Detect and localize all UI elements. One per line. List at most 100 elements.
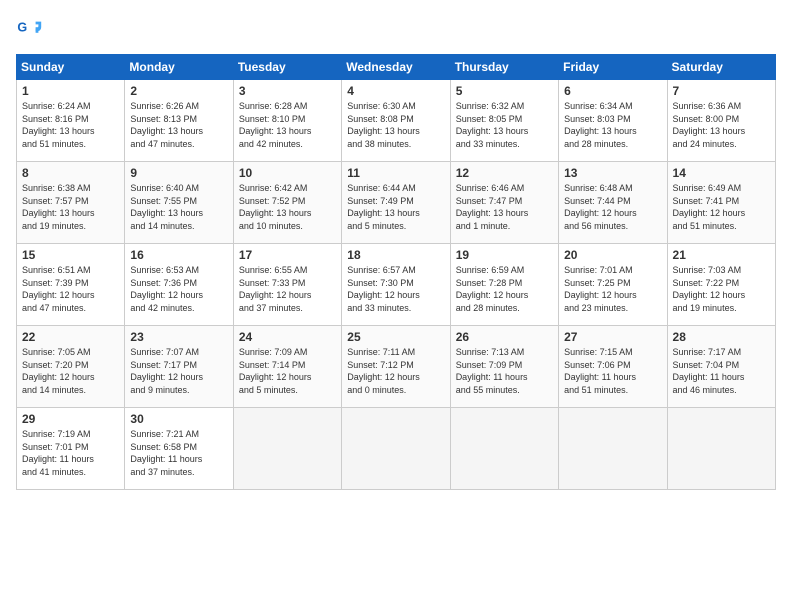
day-info: Sunrise: 7:13 AM Sunset: 7:09 PM Dayligh…: [456, 346, 553, 396]
calendar-cell: 1 Sunrise: 6:24 AM Sunset: 8:16 PM Daylig…: [17, 80, 125, 162]
calendar-cell: 24 Sunrise: 7:09 AM Sunset: 7:14 PM Dayli…: [233, 326, 341, 408]
col-header-thursday: Thursday: [450, 55, 558, 80]
day-number: 14: [673, 166, 770, 180]
day-info: Sunrise: 6:49 AM Sunset: 7:41 PM Dayligh…: [673, 182, 770, 232]
day-info: Sunrise: 7:21 AM Sunset: 6:58 PM Dayligh…: [130, 428, 227, 478]
day-info: Sunrise: 6:57 AM Sunset: 7:30 PM Dayligh…: [347, 264, 444, 314]
week-row-1: 1 Sunrise: 6:24 AM Sunset: 8:16 PM Daylig…: [17, 80, 776, 162]
day-number: 23: [130, 330, 227, 344]
header: G: [16, 16, 776, 44]
calendar-cell: 7 Sunrise: 6:36 AM Sunset: 8:00 PM Daylig…: [667, 80, 775, 162]
week-row-4: 22Sunrise: 7:05 AM Sunset: 7:20 PM Dayli…: [17, 326, 776, 408]
day-number: 10: [239, 166, 336, 180]
day-number: 13: [564, 166, 661, 180]
week-row-2: 8 Sunrise: 6:38 AM Sunset: 7:57 PM Daylig…: [17, 162, 776, 244]
day-info: Sunrise: 6:42 AM Sunset: 7:52 PM Dayligh…: [239, 182, 336, 232]
calendar-cell: 2Sunrise: 6:26 AM Sunset: 8:13 PM Daylig…: [125, 80, 233, 162]
svg-text:G: G: [17, 20, 27, 34]
logo-icon: G: [16, 16, 44, 44]
week-row-3: 15 Sunrise: 6:51 AM Sunset: 7:39 PM Dayli…: [17, 244, 776, 326]
calendar-cell: 12Sunrise: 6:46 AM Sunset: 7:47 PM Dayli…: [450, 162, 558, 244]
day-info: Sunrise: 6:44 AM Sunset: 7:49 PM Dayligh…: [347, 182, 444, 232]
day-number: 28: [673, 330, 770, 344]
calendar-cell: 16 Sunrise: 6:53 AM Sunset: 7:36 PM Dayli…: [125, 244, 233, 326]
day-info: Sunrise: 6:30 AM Sunset: 8:08 PM Dayligh…: [347, 100, 444, 150]
calendar-cell: [667, 408, 775, 490]
calendar-cell: 10 Sunrise: 6:42 AM Sunset: 7:52 PM Dayli…: [233, 162, 341, 244]
calendar-cell: [342, 408, 450, 490]
day-number: 11: [347, 166, 444, 180]
day-info: Sunrise: 6:32 AM Sunset: 8:05 PM Dayligh…: [456, 100, 553, 150]
day-number: 15: [22, 248, 119, 262]
day-number: 27: [564, 330, 661, 344]
calendar-cell: 25 Sunrise: 7:11 AM Sunset: 7:12 PM Dayli…: [342, 326, 450, 408]
day-info: Sunrise: 6:59 AM Sunset: 7:28 PM Dayligh…: [456, 264, 553, 314]
day-info: Sunrise: 6:53 AM Sunset: 7:36 PM Dayligh…: [130, 264, 227, 314]
day-info: Sunrise: 7:15 AM Sunset: 7:06 PM Dayligh…: [564, 346, 661, 396]
day-info: Sunrise: 6:46 AM Sunset: 7:47 PM Dayligh…: [456, 182, 553, 232]
calendar-cell: 14 Sunrise: 6:49 AM Sunset: 7:41 PM Dayli…: [667, 162, 775, 244]
calendar-cell: 8 Sunrise: 6:38 AM Sunset: 7:57 PM Daylig…: [17, 162, 125, 244]
day-info: Sunrise: 6:28 AM Sunset: 8:10 PM Dayligh…: [239, 100, 336, 150]
day-info: Sunrise: 7:19 AM Sunset: 7:01 PM Dayligh…: [22, 428, 119, 478]
col-header-friday: Friday: [559, 55, 667, 80]
calendar-cell: 23 Sunrise: 7:07 AM Sunset: 7:17 PM Dayli…: [125, 326, 233, 408]
day-info: Sunrise: 6:48 AM Sunset: 7:44 PM Dayligh…: [564, 182, 661, 232]
calendar-cell: [450, 408, 558, 490]
day-number: 1: [22, 84, 119, 98]
day-number: 25: [347, 330, 444, 344]
day-number: 30: [130, 412, 227, 426]
day-number: 29: [22, 412, 119, 426]
col-header-monday: Monday: [125, 55, 233, 80]
day-number: 16: [130, 248, 227, 262]
calendar-cell: 15 Sunrise: 6:51 AM Sunset: 7:39 PM Dayli…: [17, 244, 125, 326]
calendar-cell: 29 Sunrise: 7:19 AM Sunset: 7:01 PM Dayli…: [17, 408, 125, 490]
calendar-cell: 18Sunrise: 6:57 AM Sunset: 7:30 PM Dayli…: [342, 244, 450, 326]
calendar-cell: [233, 408, 341, 490]
day-number: 22: [22, 330, 119, 344]
day-number: 26: [456, 330, 553, 344]
calendar-cell: 4 Sunrise: 6:30 AM Sunset: 8:08 PM Daylig…: [342, 80, 450, 162]
calendar-cell: 22Sunrise: 7:05 AM Sunset: 7:20 PM Dayli…: [17, 326, 125, 408]
day-info: Sunrise: 7:11 AM Sunset: 7:12 PM Dayligh…: [347, 346, 444, 396]
calendar-cell: 20Sunrise: 7:01 AM Sunset: 7:25 PM Dayli…: [559, 244, 667, 326]
day-number: 2: [130, 84, 227, 98]
calendar-cell: 3 Sunrise: 6:28 AM Sunset: 8:10 PM Daylig…: [233, 80, 341, 162]
day-info: Sunrise: 6:38 AM Sunset: 7:57 PM Dayligh…: [22, 182, 119, 232]
calendar-cell: 11 Sunrise: 6:44 AM Sunset: 7:49 PM Dayli…: [342, 162, 450, 244]
col-header-wednesday: Wednesday: [342, 55, 450, 80]
calendar-cell: 9 Sunrise: 6:40 AM Sunset: 7:55 PM Daylig…: [125, 162, 233, 244]
day-number: 19: [456, 248, 553, 262]
day-info: Sunrise: 6:51 AM Sunset: 7:39 PM Dayligh…: [22, 264, 119, 314]
col-header-sunday: Sunday: [17, 55, 125, 80]
calendar-cell: 28Sunrise: 7:17 AM Sunset: 7:04 PM Dayli…: [667, 326, 775, 408]
day-info: Sunrise: 6:34 AM Sunset: 8:03 PM Dayligh…: [564, 100, 661, 150]
calendar-cell: 17Sunrise: 6:55 AM Sunset: 7:33 PM Dayli…: [233, 244, 341, 326]
calendar-cell: 5 Sunrise: 6:32 AM Sunset: 8:05 PM Daylig…: [450, 80, 558, 162]
calendar-cell: 26 Sunrise: 7:13 AM Sunset: 7:09 PM Dayli…: [450, 326, 558, 408]
day-info: Sunrise: 6:40 AM Sunset: 7:55 PM Dayligh…: [130, 182, 227, 232]
day-number: 21: [673, 248, 770, 262]
day-number: 9: [130, 166, 227, 180]
day-number: 5: [456, 84, 553, 98]
calendar-table: SundayMondayTuesdayWednesdayThursdayFrid…: [16, 54, 776, 490]
calendar-cell: 27 Sunrise: 7:15 AM Sunset: 7:06 PM Dayli…: [559, 326, 667, 408]
day-number: 3: [239, 84, 336, 98]
day-info: Sunrise: 7:03 AM Sunset: 7:22 PM Dayligh…: [673, 264, 770, 314]
col-header-saturday: Saturday: [667, 55, 775, 80]
day-number: 24: [239, 330, 336, 344]
calendar-cell: 30 Sunrise: 7:21 AM Sunset: 6:58 PM Dayli…: [125, 408, 233, 490]
day-number: 20: [564, 248, 661, 262]
calendar-cell: [559, 408, 667, 490]
day-info: Sunrise: 7:09 AM Sunset: 7:14 PM Dayligh…: [239, 346, 336, 396]
day-info: Sunrise: 7:07 AM Sunset: 7:17 PM Dayligh…: [130, 346, 227, 396]
day-info: Sunrise: 6:24 AM Sunset: 8:16 PM Dayligh…: [22, 100, 119, 150]
week-row-5: 29 Sunrise: 7:19 AM Sunset: 7:01 PM Dayli…: [17, 408, 776, 490]
calendar-cell: 21 Sunrise: 7:03 AM Sunset: 7:22 PM Dayli…: [667, 244, 775, 326]
day-number: 7: [673, 84, 770, 98]
day-number: 4: [347, 84, 444, 98]
calendar-cell: 13 Sunrise: 6:48 AM Sunset: 7:44 PM Dayli…: [559, 162, 667, 244]
day-number: 8: [22, 166, 119, 180]
calendar-cell: 19 Sunrise: 6:59 AM Sunset: 7:28 PM Dayli…: [450, 244, 558, 326]
day-info: Sunrise: 6:36 AM Sunset: 8:00 PM Dayligh…: [673, 100, 770, 150]
